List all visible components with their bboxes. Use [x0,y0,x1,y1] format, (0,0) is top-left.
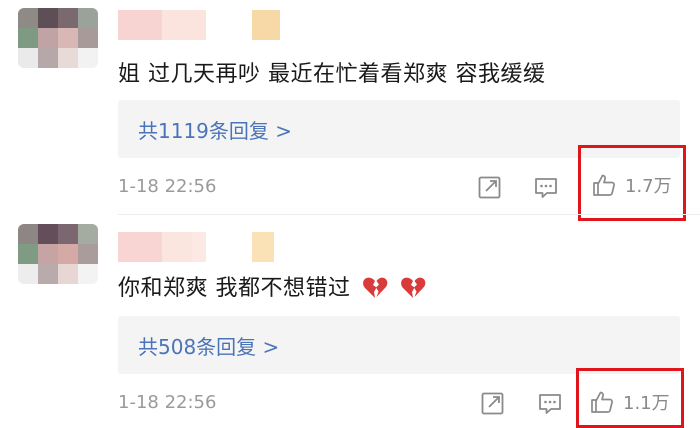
comment-list: 姐 过几天再吵 最近在忙着看郑爽 容我缓缓 共1119条回复 > 1-18 22… [0,0,700,428]
comment-text: 你和郑爽 我都不想错过 [118,270,426,302]
avatar[interactable] [18,224,98,284]
like-count: 1.1万 [623,393,670,414]
username[interactable] [118,232,274,262]
broken-heart-icon [400,277,425,298]
reply-summary-box: 共508条回复 > [118,316,680,374]
share-icon[interactable] [480,390,506,416]
broken-heart-icon [363,277,388,298]
comment-item: 你和郑爽 我都不想错过 共508条回复 > 1-18 22:56 1.1万 [0,0,700,428]
view-replies-link[interactable]: 共508条回复 > [138,331,279,360]
comment-text-body: 你和郑爽 我都不想错过 [118,276,351,301]
like-button[interactable]: 1.1万 [576,368,684,428]
comment-timestamp: 1-18 22:56 [118,392,217,413]
thumbs-up-icon [591,391,613,413]
comment-icon[interactable] [537,390,563,416]
